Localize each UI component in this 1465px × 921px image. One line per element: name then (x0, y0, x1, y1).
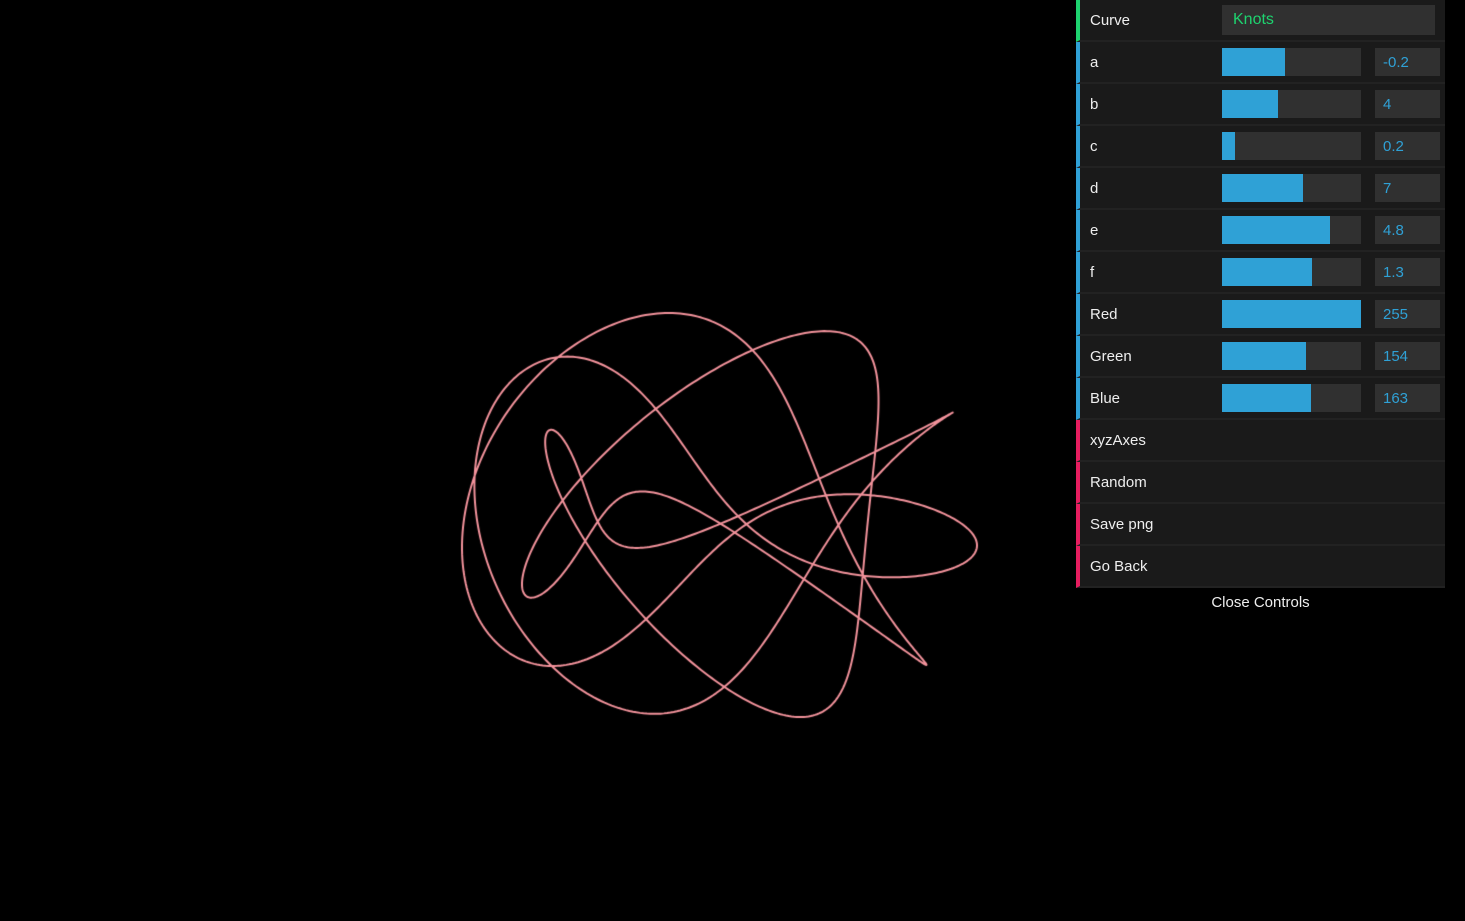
param-c-slider[interactable] (1222, 132, 1361, 160)
param-f-slider-fill (1222, 258, 1312, 286)
blue-slider[interactable] (1222, 384, 1361, 412)
random-button[interactable]: Random (1076, 462, 1445, 504)
param-c-value-input[interactable] (1375, 132, 1440, 160)
param-a-label: a (1090, 54, 1222, 71)
save-png-button[interactable]: Save png (1076, 504, 1445, 546)
green-slider-fill (1222, 342, 1306, 370)
green-label: Green (1090, 348, 1222, 365)
slider-row-a: a (1076, 42, 1445, 84)
slider-row-f: f (1076, 252, 1445, 294)
param-c-label: c (1090, 138, 1222, 155)
param-f-slider[interactable] (1222, 258, 1361, 286)
curve-label: Curve (1090, 12, 1222, 29)
param-f-label: f (1090, 264, 1222, 281)
slider-row-e: e (1076, 210, 1445, 252)
green-value-input[interactable] (1375, 342, 1440, 370)
curve-select-row: Curve Knots (1076, 0, 1445, 42)
slider-row-c: c (1076, 126, 1445, 168)
curve-select[interactable]: Knots (1222, 5, 1435, 35)
xyzaxes-button[interactable]: xyzAxes (1076, 420, 1445, 462)
param-a-slider[interactable] (1222, 48, 1361, 76)
param-c-slider-fill (1222, 132, 1235, 160)
param-e-value-input[interactable] (1375, 216, 1440, 244)
go-back-button[interactable]: Go Back (1076, 546, 1445, 588)
red-label: Red (1090, 306, 1222, 323)
param-d-slider-fill (1222, 174, 1303, 202)
close-controls-button[interactable]: Close Controls (1076, 588, 1445, 618)
slider-row-d: d (1076, 168, 1445, 210)
param-b-slider[interactable] (1222, 90, 1361, 118)
param-b-label: b (1090, 96, 1222, 113)
param-b-value-input[interactable] (1375, 90, 1440, 118)
slider-row-green: Green (1076, 336, 1445, 378)
param-b-slider-fill (1222, 90, 1278, 118)
red-slider[interactable] (1222, 300, 1361, 328)
param-a-value-input[interactable] (1375, 48, 1440, 76)
param-d-slider[interactable] (1222, 174, 1361, 202)
param-f-value-input[interactable] (1375, 258, 1440, 286)
random-button-label: Random (1090, 474, 1147, 491)
param-d-value-input[interactable] (1375, 174, 1440, 202)
red-value-input[interactable] (1375, 300, 1440, 328)
param-d-label: d (1090, 180, 1222, 197)
blue-value-input[interactable] (1375, 384, 1440, 412)
blue-label: Blue (1090, 390, 1222, 407)
red-slider-fill (1222, 300, 1361, 328)
slider-row-red: Red (1076, 294, 1445, 336)
param-e-slider[interactable] (1222, 216, 1361, 244)
param-e-slider-fill (1222, 216, 1330, 244)
save-png-button-label: Save png (1090, 516, 1153, 533)
go-back-button-label: Go Back (1090, 558, 1148, 575)
slider-row-b: b (1076, 84, 1445, 126)
slider-row-blue: Blue (1076, 378, 1445, 420)
param-e-label: e (1090, 222, 1222, 239)
blue-slider-fill (1222, 384, 1311, 412)
param-a-slider-fill (1222, 48, 1285, 76)
dat-gui-panel: Curve Knots a b c d e (1076, 0, 1445, 618)
green-slider[interactable] (1222, 342, 1361, 370)
xyzaxes-button-label: xyzAxes (1090, 432, 1146, 449)
